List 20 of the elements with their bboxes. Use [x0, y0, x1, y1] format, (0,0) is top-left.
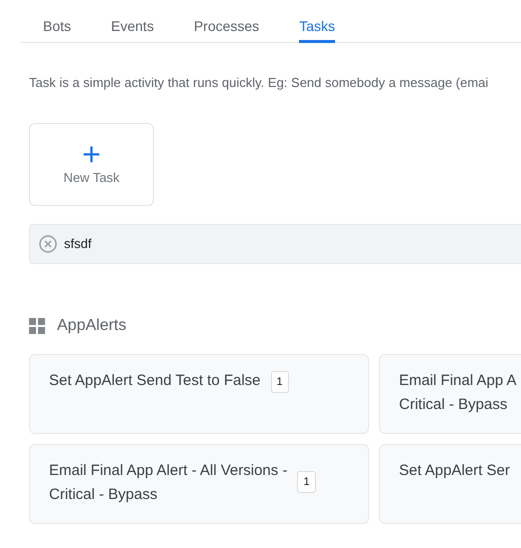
tab[interactable]: Processes [194, 0, 260, 43]
tab[interactable]: Tasks [299, 0, 335, 43]
new-task-button[interactable]: + New Task [29, 122, 154, 206]
search-field[interactable]: sfsdf [29, 224, 521, 264]
tab[interactable]: Bots [43, 0, 72, 43]
task-title: Set AppAlert Ser [399, 460, 510, 480]
task-card[interactable]: Set AppAlert Send Test to False 1 [29, 354, 369, 434]
task-title: Set AppAlert Send Test to False [49, 370, 261, 390]
group-title: AppAlerts [57, 316, 126, 336]
clear-icon[interactable] [39, 234, 57, 252]
task-card[interactable]: Email Final App Alert - All Versions - Critical - Bypass 1 [29, 444, 369, 524]
task-card[interactable]: Email Final App A Critical - Bypass [379, 354, 521, 434]
tab[interactable]: Events [111, 0, 154, 43]
task-title: Email Final App A Critical - Bypass [399, 370, 517, 414]
description-text: Task is a simple activity that runs quickly. Eg: Send somebody a message (emai [29, 74, 490, 92]
count-badge: 1 [270, 370, 289, 393]
grid-icon [29, 318, 45, 334]
count-badge: 1 [297, 470, 316, 493]
task-title: Email Final App Alert - All Versions - Critical - Bypass [49, 460, 288, 504]
task-card[interactable]: Set AppAlert Ser [379, 444, 521, 524]
